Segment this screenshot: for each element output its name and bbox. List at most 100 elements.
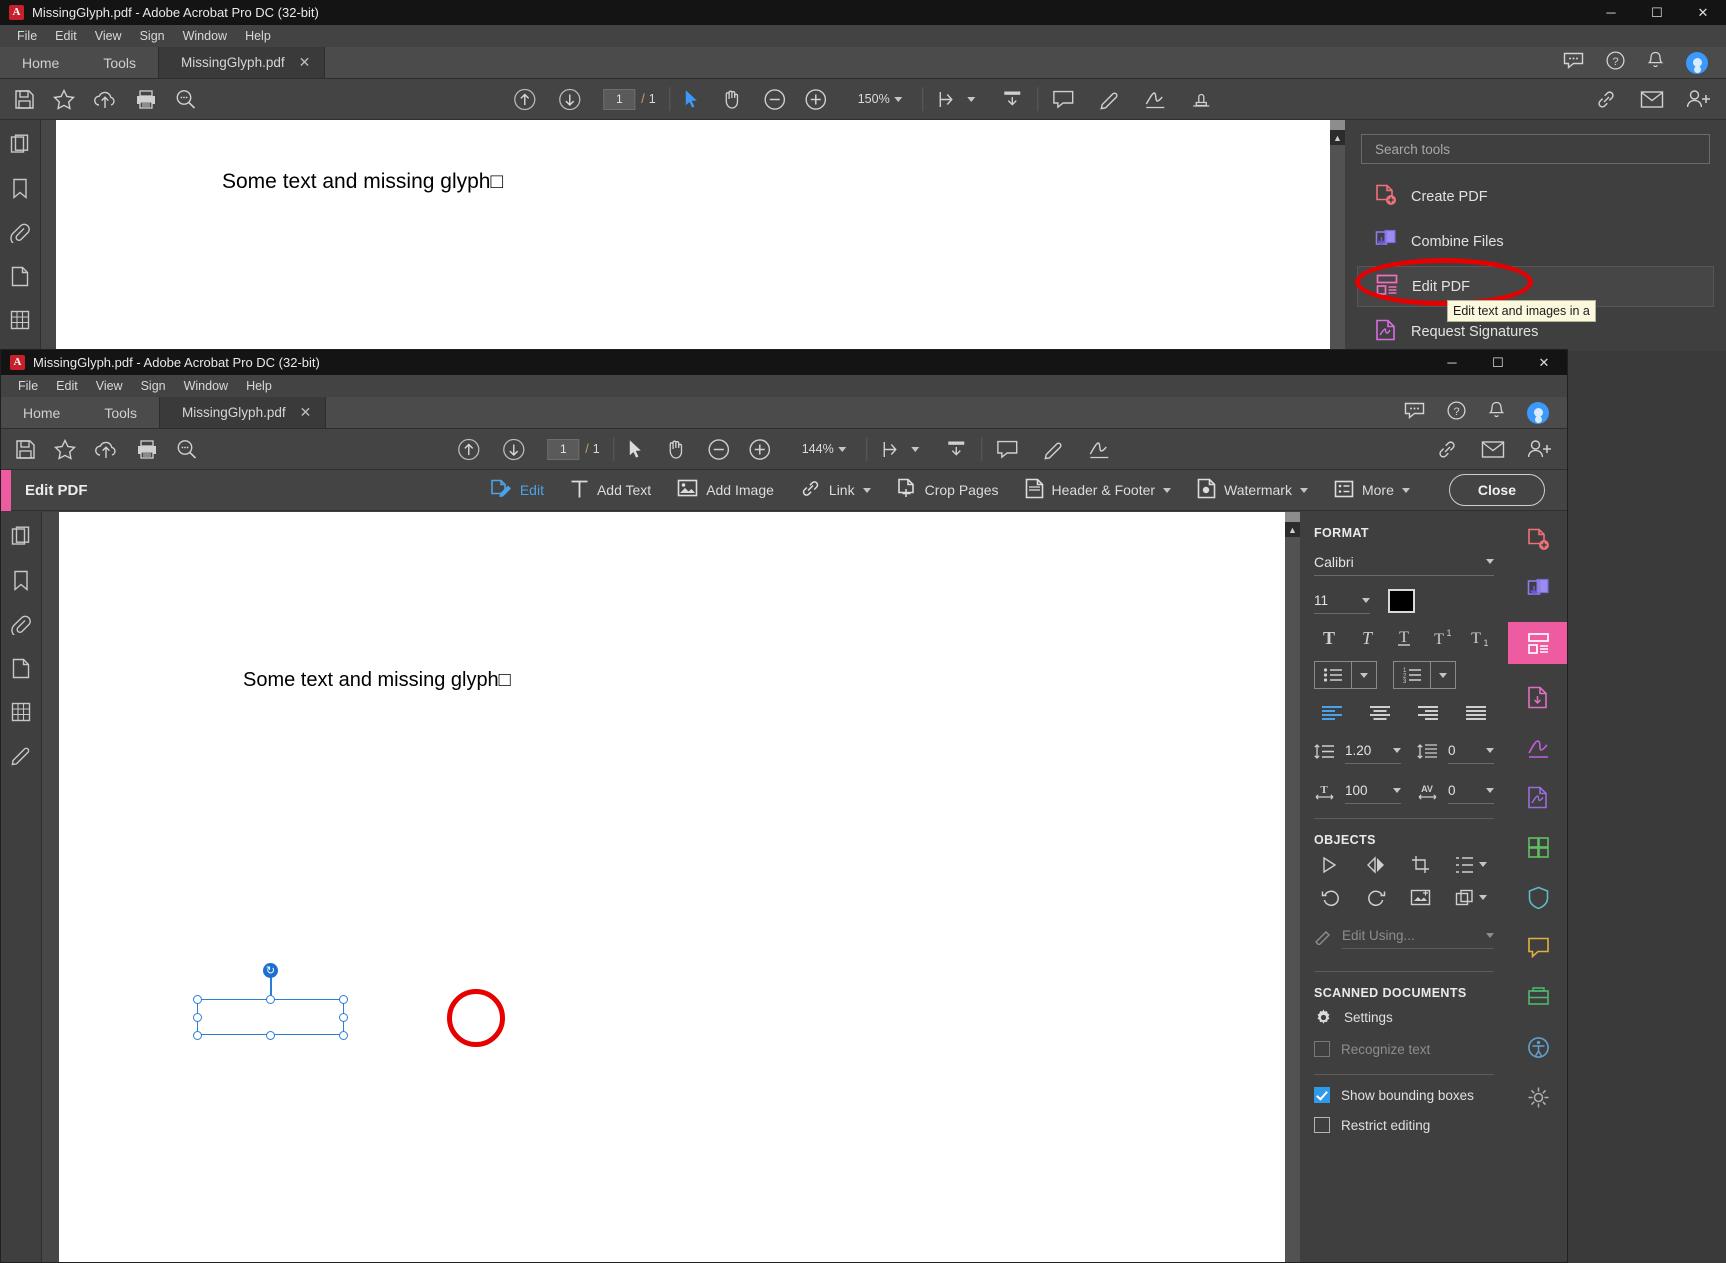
menu-item-edit[interactable]: Edit xyxy=(47,377,87,395)
chevron-down-icon[interactable] xyxy=(1393,748,1401,753)
print-icon[interactable] xyxy=(135,89,157,110)
chevron-down-icon[interactable] xyxy=(863,488,871,493)
flip-horizontal-icon[interactable] xyxy=(1359,856,1393,874)
font-size-select[interactable]: 11 xyxy=(1314,588,1370,614)
menu-item-help[interactable]: Help xyxy=(236,27,280,45)
hand-tool-icon[interactable] xyxy=(722,88,744,110)
add-user-icon[interactable] xyxy=(1686,89,1712,109)
zoom-in-icon[interactable] xyxy=(749,438,772,461)
close-icon[interactable]: ✕ xyxy=(299,54,311,71)
replace-image-icon[interactable] xyxy=(1403,889,1437,907)
selection-handle-top-right[interactable] xyxy=(339,995,348,1004)
tab-document[interactable]: MissingGlyph.pdf ✕ xyxy=(159,397,326,428)
edit-pdf-tool-add-image[interactable]: Add Image xyxy=(664,470,787,511)
edit-pdf-tool-crop-pages[interactable]: Crop Pages xyxy=(884,470,1012,511)
edit-pdf-tool-more[interactable]: More xyxy=(1321,470,1423,511)
align-center-icon[interactable] xyxy=(1362,705,1398,720)
pdf-page[interactable]: Some text and missing glyph□ xyxy=(59,512,1285,1262)
layers-icon[interactable] xyxy=(10,310,30,335)
rotate-counterclockwise-icon[interactable] xyxy=(1314,888,1348,907)
chevron-down-icon[interactable] xyxy=(1479,862,1487,867)
more-tools-icon[interactable] xyxy=(1516,1080,1560,1114)
edit-using-row[interactable]: Edit Using... xyxy=(1300,923,1508,949)
close-edit-pdf-button[interactable]: Close xyxy=(1449,474,1545,506)
menu-item-file[interactable]: File xyxy=(9,377,47,395)
fit-page-icon[interactable] xyxy=(938,89,960,110)
edit-pdf-icon[interactable] xyxy=(1508,622,1568,664)
zoom-out-icon[interactable] xyxy=(764,88,787,111)
bookmarks-icon[interactable] xyxy=(13,570,29,596)
pdf-page[interactable]: Some text and missing glyph□ xyxy=(56,120,1330,351)
attachments-icon[interactable] xyxy=(10,222,30,248)
selection-handle-bottom-right[interactable] xyxy=(339,1031,348,1040)
chevron-down-icon[interactable] xyxy=(1362,598,1370,603)
menu-item-view[interactable]: View xyxy=(86,27,131,45)
document-pages-icon[interactable] xyxy=(12,658,30,684)
comment-icon[interactable] xyxy=(1563,52,1584,74)
highlight-icon[interactable] xyxy=(1099,89,1121,110)
hand-tool-icon[interactable] xyxy=(666,438,688,460)
previous-page-icon[interactable] xyxy=(457,438,480,461)
superscript-icon[interactable]: T1 xyxy=(1427,628,1457,647)
chevron-down-icon[interactable] xyxy=(1163,488,1171,493)
email-icon[interactable] xyxy=(1640,90,1664,109)
italic-icon[interactable]: T xyxy=(1352,628,1382,647)
menu-item-edit[interactable]: Edit xyxy=(46,27,86,45)
export-pdf-icon[interactable] xyxy=(1516,680,1560,714)
scrollbar-track[interactable] xyxy=(1285,537,1300,1262)
rotate-clockwise-icon[interactable] xyxy=(1359,888,1393,907)
share-link-icon[interactable] xyxy=(1595,89,1618,110)
add-comment-icon[interactable] xyxy=(997,440,1019,459)
menu-item-window[interactable]: Window xyxy=(175,377,237,395)
help-icon[interactable]: ? xyxy=(1447,401,1466,425)
scroll-up-button[interactable]: ▲ xyxy=(1330,130,1345,145)
chevron-down-icon[interactable] xyxy=(1479,895,1487,900)
notification-bell-icon[interactable] xyxy=(1488,401,1505,425)
recognize-text-row[interactable]: Recognize text xyxy=(1300,1034,1508,1064)
close-button[interactable]: ✕ xyxy=(1680,0,1726,25)
font-family-select[interactable]: Calibri xyxy=(1314,548,1494,576)
page-number-input[interactable]: 1 xyxy=(603,89,635,110)
layers-icon[interactable] xyxy=(11,702,31,727)
chevron-down-icon[interactable] xyxy=(1439,673,1447,678)
content-edit-icon[interactable] xyxy=(11,745,31,771)
menu-item-sign[interactable]: Sign xyxy=(131,27,174,45)
zoom-level-selector[interactable]: 144% xyxy=(792,442,847,456)
fit-page-chevron-icon[interactable] xyxy=(968,97,976,102)
bookmarks-icon[interactable] xyxy=(12,178,28,204)
edit-pdf-tool-add-text[interactable]: Add Text xyxy=(557,470,664,511)
combine-files-icon[interactable] xyxy=(1516,572,1560,606)
sign-icon[interactable] xyxy=(1145,89,1167,110)
chevron-down-icon[interactable] xyxy=(1300,488,1308,493)
font-color-swatch[interactable] xyxy=(1388,589,1415,613)
comment-tool-icon[interactable] xyxy=(1516,930,1560,964)
chevron-down-icon[interactable] xyxy=(895,97,903,102)
selection-handle-top-left[interactable] xyxy=(193,995,202,1004)
show-bounding-boxes-row[interactable]: Show bounding boxes xyxy=(1300,1075,1508,1110)
accessibility-icon[interactable] xyxy=(1516,1030,1560,1064)
chevron-down-icon[interactable] xyxy=(1486,933,1494,938)
page-thumbnails-icon[interactable] xyxy=(10,134,31,160)
create-pdf-icon[interactable] xyxy=(1516,522,1560,556)
bulleted-list-button[interactable] xyxy=(1314,661,1377,689)
scrollbar-thumb[interactable] xyxy=(1285,512,1300,522)
chevron-down-icon[interactable] xyxy=(1486,559,1494,564)
chevron-down-icon[interactable] xyxy=(1360,673,1368,678)
edit-pdf-tool-link[interactable]: Link xyxy=(787,470,884,511)
highlight-icon[interactable] xyxy=(1043,439,1065,460)
attachments-icon[interactable] xyxy=(11,614,31,640)
bulleted-list-dropdown[interactable] xyxy=(1352,662,1376,688)
avatar[interactable] xyxy=(1686,52,1708,74)
notification-bell-icon[interactable] xyxy=(1647,51,1664,75)
selection-handle-bottom-left[interactable] xyxy=(193,1031,202,1040)
line-spacing-select[interactable]: 1.20 xyxy=(1345,738,1401,764)
search-tools-input[interactable]: Search tools xyxy=(1361,134,1710,164)
align-right-icon[interactable] xyxy=(1410,705,1446,720)
scroll-mode-icon[interactable] xyxy=(946,439,968,460)
tab-tools[interactable]: Tools xyxy=(81,47,158,78)
page-thumbnails-icon[interactable] xyxy=(11,526,32,552)
restrict-editing-checkbox[interactable] xyxy=(1314,1117,1330,1133)
subscript-icon[interactable]: T1 xyxy=(1464,628,1494,647)
scroll-up-button[interactable]: ▲ xyxy=(1285,522,1300,537)
search-icon[interactable] xyxy=(175,89,197,110)
